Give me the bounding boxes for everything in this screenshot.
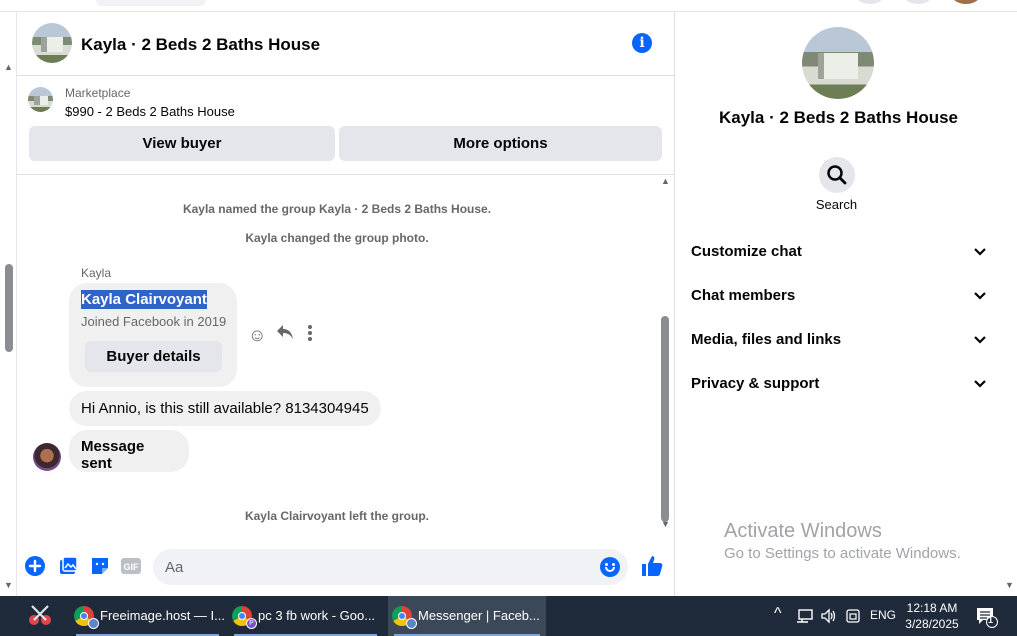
react-emoji-icon[interactable]: ☺ [248,325,266,346]
messages-scrollbar[interactable]: ▲ ▼ [657,174,674,530]
clock-time: 12:18 AM [906,601,958,615]
taskbar-item-messenger[interactable]: Messenger | Faceb... [388,596,546,636]
system-message: Kayla changed the group photo. [245,231,429,245]
sticker-icon[interactable] [89,555,111,577]
top-nav-strip [0,0,1017,12]
buyer-name: Kayla Clairvoyant [81,290,207,309]
reply-icon[interactable] [276,324,294,345]
taskbar-item-freeimage[interactable]: Freeimage.host — I... [70,596,225,636]
chat-panel: Kayla · 2 Beds 2 Baths House i Marketpla… [17,12,675,596]
view-buyer-button[interactable]: View buyer [29,126,335,161]
message-bubble[interactable]: Message sent [69,430,189,472]
chat-info-panel: Kayla · 2 Beds 2 Baths House Search Cust… [675,12,1002,596]
buyer-card: Kayla Clairvoyant Joined Facebook in 201… [69,283,237,387]
chevron-down-icon [974,336,986,344]
chat-title[interactable]: Kayla · 2 Beds 2 Baths House [81,35,320,55]
activate-windows-subtitle: Go to Settings to activate Windows. [724,545,961,562]
info-icon[interactable]: i [632,33,652,53]
network-icon[interactable] [796,608,814,624]
message-bubble[interactable]: Hi Annio, is this still available? 81343… [69,391,381,426]
section-privacy-support[interactable]: Privacy & support [691,375,987,399]
more-actions-icon[interactable] [307,325,313,346]
listing-title[interactable]: $990 - 2 Beds 2 Baths House [65,104,235,119]
messages-scrollbar-thumb[interactable] [661,316,669,522]
marketplace-label: Marketplace [65,86,131,100]
marketplace-banner: Marketplace $990 - 2 Beds 2 Baths House … [17,76,674,175]
top-profile-avatar[interactable] [952,0,980,4]
group-avatar[interactable] [32,23,72,63]
gallery-icon[interactable] [57,555,79,577]
message-composer: GIF Aa [17,544,674,596]
profile-badge-icon [88,618,99,629]
chevron-down-icon [974,380,986,388]
scroll-up-arrow-icon[interactable]: ▲ [661,176,670,186]
system-message: Kayla named the group Kayla · 2 Beds 2 B… [182,202,492,216]
section-label: Privacy & support [691,375,820,392]
clock-date: 3/28/2025 [905,617,959,631]
emoji-icon[interactable] [600,557,620,577]
taskbar-item-label: pc 3 fb work - Goo... [258,608,376,623]
language-indicator[interactable]: ENG [870,608,896,622]
chevron-down-icon [974,248,986,256]
search-label: Search [815,197,858,212]
search-button[interactable] [819,157,855,193]
meet-now-icon[interactable] [845,608,861,624]
system-message: Kayla Clairvoyant left the group. [244,509,430,523]
buyer-joined-text: Joined Facebook in 2019 [81,314,227,329]
profile-badge-icon: P [246,618,257,629]
scroll-down-arrow-icon[interactable]: ▼ [4,580,13,590]
top-search-pill[interactable] [96,0,206,6]
activate-windows-title: Activate Windows [724,520,882,542]
chevron-up-icon[interactable]: ^ [774,605,782,623]
section-customize-chat[interactable]: Customize chat [691,243,987,267]
scroll-down-arrow-icon[interactable]: ▼ [661,519,670,529]
page-scrollbar[interactable]: ▲ ▼ [0,12,17,596]
profile-badge-icon [406,618,417,629]
thumbs-up-icon[interactable] [640,554,664,578]
notification-count: 1 [988,615,994,625]
sender-name: Kayla [81,266,112,280]
section-label: Customize chat [691,243,802,260]
search-icon [827,165,847,185]
group-name: Kayla · 2 Beds 2 Baths House [718,108,959,127]
page-scrollbar-thumb[interactable] [5,264,13,352]
more-options-button[interactable]: More options [339,126,662,161]
right-scrollbar[interactable]: ▼ [1002,12,1017,596]
buyer-details-button[interactable]: Buyer details [85,341,222,372]
taskbar-item-pc3-fb-work[interactable]: P pc 3 fb work - Goo... [228,596,383,636]
taskbar: Freeimage.host — I... P pc 3 fb work - G… [0,596,1017,636]
chevron-down-icon [974,292,986,300]
section-label: Media, files and links [691,331,842,348]
chat-header: Kayla · 2 Beds 2 Baths House i [17,12,674,76]
snipping-tool-icon[interactable] [26,604,54,628]
gif-icon[interactable]: GIF [120,555,142,577]
section-media-files-links[interactable]: Media, files and links [691,331,987,355]
group-photo[interactable] [802,27,874,99]
message-input[interactable]: Aa [153,549,628,585]
section-label: Chat members [691,287,796,304]
taskbar-item-label: Messenger | Faceb... [418,608,540,623]
section-chat-members[interactable]: Chat members [691,287,987,311]
system-clock[interactable]: 12:18 AM 3/28/2025 [898,600,966,632]
taskbar-item-label: Freeimage.host — I... [100,608,225,623]
plus-icon[interactable] [24,555,46,577]
top-notifications-button[interactable] [904,0,932,4]
scroll-down-arrow-icon[interactable]: ▼ [1005,580,1014,590]
message-placeholder: Aa [165,559,184,576]
notification-center-icon[interactable] [975,606,999,628]
scroll-up-arrow-icon[interactable]: ▲ [4,62,13,72]
svg-text:GIF: GIF [124,562,140,572]
sender-avatar[interactable] [33,443,61,471]
volume-icon[interactable] [820,608,838,624]
top-menu-button[interactable] [856,0,884,4]
listing-thumbnail[interactable] [28,87,53,112]
